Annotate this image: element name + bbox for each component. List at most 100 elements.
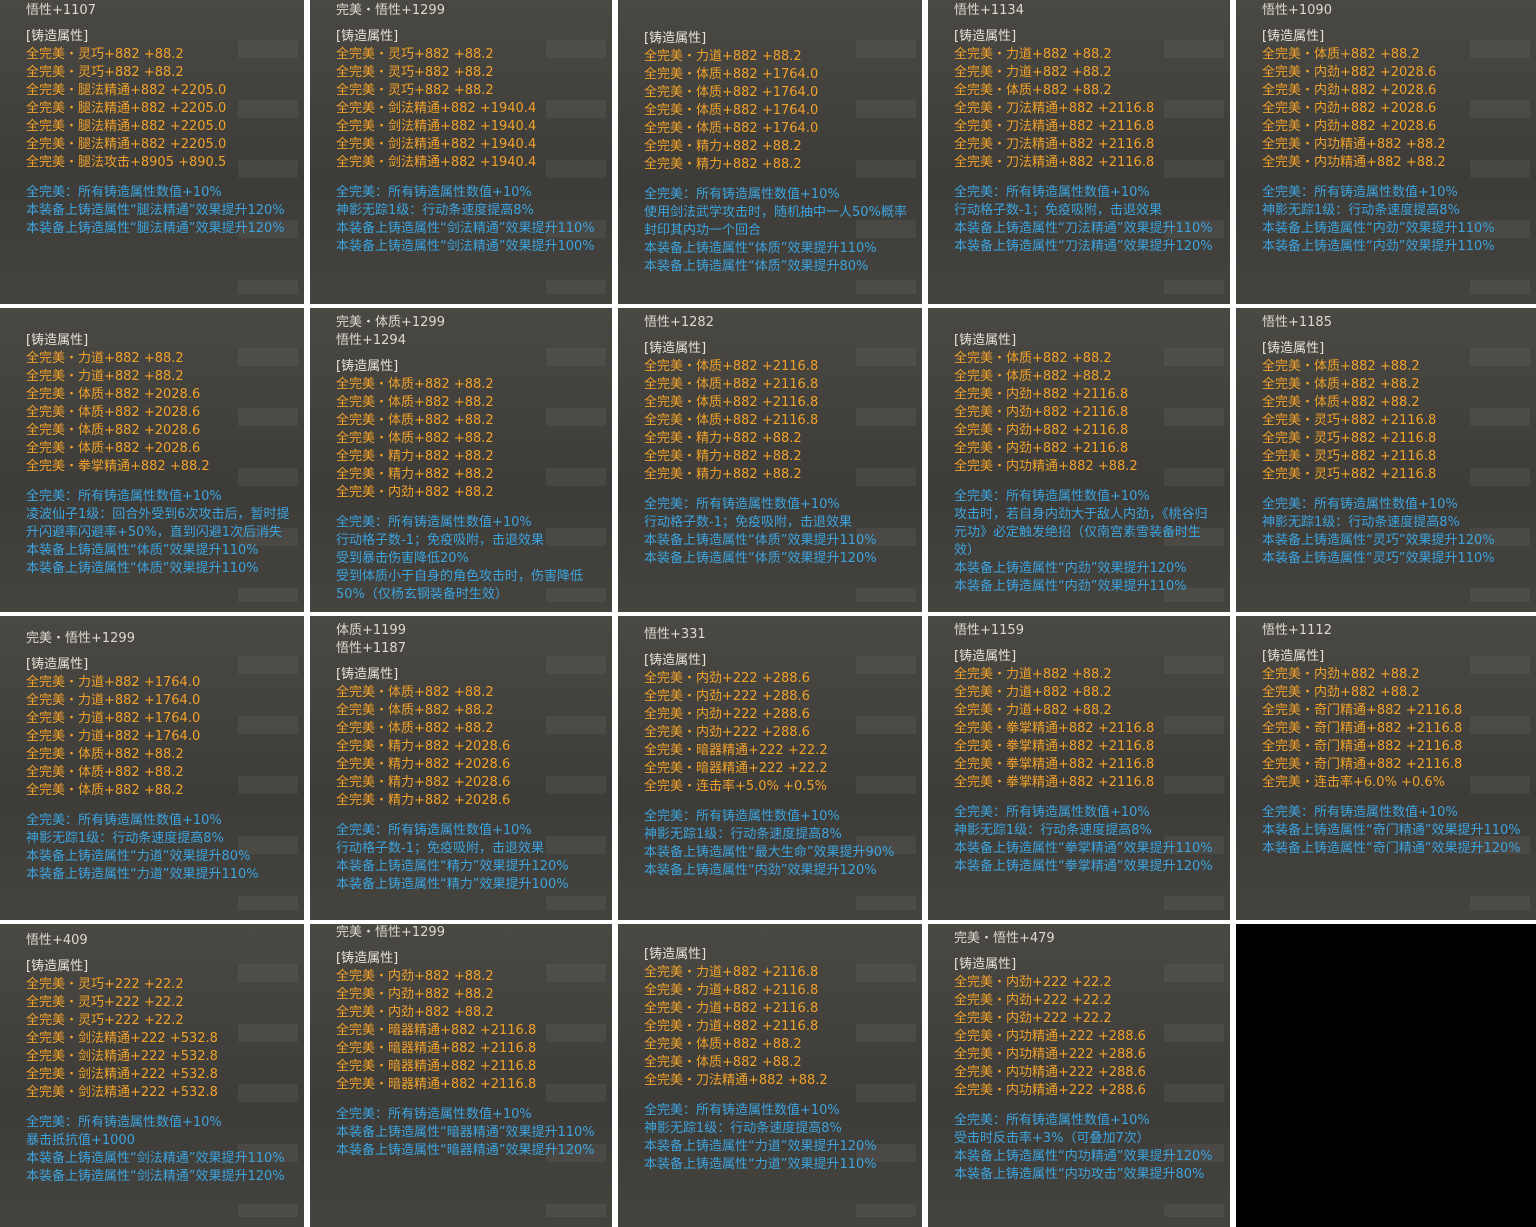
effect-line: 本装备上铸造属性“精力”效果提升120%	[336, 859, 569, 874]
section-title: [铸造属性]	[26, 657, 89, 672]
forge-attribute-line: 全完美・体质+882 +88.2	[954, 351, 1112, 366]
forge-attribute-line: 全完美・力道+882 +88.2	[26, 351, 184, 366]
forge-attribute-line: 全完美・体质+882 +1764.0	[644, 121, 819, 136]
effect-line: 本装备上铸造属性“腿法精通”效果提升120%	[26, 221, 285, 236]
effect-line: 受到暴击伤害降低20%	[336, 551, 469, 566]
stat-line: 悟性+1294	[336, 333, 406, 348]
section-title: [铸造属性]	[644, 947, 707, 962]
forge-attribute-line: 全完美・体质+882 +2028.6	[26, 441, 201, 456]
forge-attribute-line: 全完美・精力+882 +2028.6	[336, 739, 511, 754]
forge-attribute-line: 全完美・体质+882 +1764.0	[644, 67, 819, 82]
forge-attribute-line: 全完美・腿法精通+882 +2205.0	[26, 137, 227, 152]
effect-line: 使用剑法武学攻击时，随机抽中一人50%概率封印其内功一个回合	[644, 205, 907, 238]
effect-line: 行动格子数-1；免疫吸附，击退效果	[954, 203, 1162, 218]
forge-attribute-line: 全完美・精力+882 +2028.6	[336, 793, 511, 808]
effect-line: 神影无踪1级：行动条速度提高8%	[1262, 515, 1460, 530]
equipment-tooltip-card: 悟性+1185 [铸造属性] 全完美・体质+882 +88.2 全完美・体质+882 …	[1236, 308, 1536, 612]
effect-line: 本装备上铸造属性“力道”效果提升80%	[26, 849, 251, 864]
equipment-tooltip-card: 完美・悟性+1299 [铸造属性] 全完美・内劲+882 +88.2 全完美・内劲+8…	[310, 924, 612, 1227]
effect-line: 本装备上铸造属性“刀法精通”效果提升120%	[954, 239, 1213, 254]
effect-line: 本装备上铸造属性“灵巧”效果提升120%	[1262, 533, 1495, 548]
forge-attribute-line: 全完美・灵巧+882 +2116.8	[1262, 467, 1437, 482]
effect-line: 全完美：所有铸造属性数值+10%	[954, 805, 1150, 820]
forge-attribute-line: 全完美・剑法精通+882 +1940.4	[336, 137, 537, 152]
effect-line: 神影无踪1级：行动条速度提高8%	[644, 1121, 842, 1136]
forge-attribute-line: 全完美・暗器精通+222 +22.2	[644, 743, 828, 758]
stat-line: 体质+1199	[336, 623, 406, 638]
forge-attribute-line: 全完美・体质+882 +88.2	[336, 721, 494, 736]
forge-attribute-line: 全完美・内劲+882 +88.2	[1262, 667, 1420, 682]
equipment-tooltip-card: 完美・体质+1299 悟性+1294 [铸造属性] 全完美・体质+882 +88.2 全…	[310, 308, 612, 612]
section-title: [铸造属性]	[26, 333, 89, 348]
empty-black-tile	[1236, 924, 1536, 1227]
effect-line: 本装备上铸造属性“剑法精通”效果提升110%	[26, 1151, 285, 1166]
tooltip-body: [铸造属性] 全完美・力道+882 +2116.8 全完美・力道+882 +2116…	[618, 924, 922, 1174]
forge-attribute-line: 全完美・灵巧+222 +22.2	[26, 1013, 184, 1028]
stat-line: 悟性+1107	[26, 3, 96, 18]
effect-line: 全完美：所有铸造属性数值+10%	[336, 515, 532, 530]
stat-line: 完美・悟性+479	[954, 931, 1055, 946]
forge-attribute-line: 全完美・力道+882 +1764.0	[26, 693, 201, 708]
stat-line: 悟性+331	[644, 627, 706, 642]
forge-attribute-line: 全完美・暗器精通+882 +2116.8	[336, 1059, 537, 1074]
forge-attribute-line: 全完美・体质+882 +88.2	[954, 83, 1112, 98]
forge-attribute-line: 全完美・内劲+222 +22.2	[954, 993, 1112, 1008]
forge-attribute-line: 全完美・体质+882 +88.2	[1262, 395, 1420, 410]
stat-line: 完美・悟性+1299	[336, 925, 445, 940]
equipment-tooltip-card: 悟性+409 [铸造属性] 全完美・灵巧+222 +22.2 全完美・灵巧+222 +…	[0, 924, 304, 1227]
forge-attribute-line: 全完美・刀法精通+882 +2116.8	[954, 137, 1155, 152]
effect-line: 本装备上铸造属性“暗器精通”效果提升110%	[336, 1125, 595, 1140]
tooltip-body: 完美・悟性+1299 [铸造属性] 全完美・力道+882 +1764.0 全完美・力道…	[0, 616, 304, 884]
effect-line: 全完美：所有铸造属性数值+10%	[336, 185, 532, 200]
effect-line: 全完美：所有铸造属性数值+10%	[954, 185, 1150, 200]
forge-attribute-line: 全完美・体质+882 +88.2	[336, 703, 494, 718]
section-title: [铸造属性]	[954, 957, 1017, 972]
equipment-tooltip-card: [铸造属性] 全完美・力道+882 +88.2 全完美・体质+882 +1764.0…	[618, 0, 922, 304]
effect-line: 本装备上铸造属性“体质”效果提升110%	[644, 533, 877, 548]
effect-line: 本装备上铸造属性“内功精通”效果提升120%	[954, 1149, 1213, 1164]
forge-attribute-line: 全完美・内功精通+882 +88.2	[1262, 137, 1446, 152]
effect-line: 本装备上铸造属性“体质”效果提升110%	[26, 543, 259, 558]
forge-attribute-line: 全完美・刀法精通+882 +2116.8	[954, 101, 1155, 116]
forge-attribute-line: 全完美・内劲+882 +88.2	[1262, 685, 1420, 700]
effect-line: 本装备上铸造属性“拳掌精通”效果提升120%	[954, 859, 1213, 874]
stat-line: 悟性+1159	[954, 623, 1024, 638]
forge-attribute-line: 全完美・精力+882 +88.2	[644, 139, 802, 154]
effect-line: 全完美：所有铸造属性数值+10%	[336, 823, 532, 838]
tooltip-body: 完美・悟性+1299 [铸造属性] 全完美・灵巧+882 +88.2 全完美・灵巧+8…	[310, 0, 612, 256]
effect-line: 行动格子数-1；免疫吸附，击退效果	[336, 533, 544, 548]
forge-attribute-line: 全完美・剑法精通+882 +1940.4	[336, 155, 537, 170]
forge-attribute-line: 全完美・刀法精通+882 +2116.8	[954, 155, 1155, 170]
forge-attribute-line: 全完美・内功精通+222 +288.6	[954, 1029, 1146, 1044]
forge-attribute-line: 全完美・内劲+882 +88.2	[336, 987, 494, 1002]
tooltip-body: 完美・悟性+479 [铸造属性] 全完美・内劲+222 +22.2 全完美・内劲+22…	[928, 924, 1230, 1184]
forge-attribute-line: 全完美・灵巧+222 +22.2	[26, 995, 184, 1010]
effect-line: 本装备上铸造属性“灵巧”效果提升110%	[1262, 551, 1495, 566]
tooltip-body: 完美・悟性+1299 [铸造属性] 全完美・内劲+882 +88.2 全完美・内劲+8…	[310, 924, 612, 1160]
effect-line: 本装备上铸造属性“内功攻击”效果提升80%	[954, 1167, 1205, 1182]
forge-attribute-line: 全完美・体质+882 +88.2	[1262, 47, 1420, 62]
forge-attribute-line: 全完美・体质+882 +2116.8	[644, 359, 819, 374]
effect-line: 本装备上铸造属性“剑法精通”效果提升120%	[26, 1169, 285, 1184]
forge-attribute-line: 全完美・体质+882 +88.2	[336, 395, 494, 410]
equipment-tooltip-card: [铸造属性] 全完美・力道+882 +2116.8 全完美・力道+882 +2116…	[618, 924, 922, 1227]
equipment-tooltip-card: 完美・悟性+1299 [铸造属性] 全完美・力道+882 +1764.0 全完美・力道…	[0, 616, 304, 920]
effect-line: 凌波仙子1级：回合外受到6次攻击后，暂时提升闪避率闪避率+50%，直到闪避1次后…	[26, 507, 290, 540]
forge-attribute-line: 全完美・精力+882 +88.2	[644, 449, 802, 464]
tooltip-body: 悟性+1090 [铸造属性] 全完美・体质+882 +88.2 全完美・内劲+882 …	[1236, 0, 1536, 256]
section-title: [铸造属性]	[954, 29, 1017, 44]
effect-line: 本装备上铸造属性“最大生命”效果提升90%	[644, 845, 895, 860]
forge-attribute-line: 全完美・力道+882 +2116.8	[644, 983, 819, 998]
tooltip-body: 悟性+1185 [铸造属性] 全完美・体质+882 +88.2 全完美・体质+882 …	[1236, 308, 1536, 568]
forge-attribute-line: 全完美・暗器精通+882 +2116.8	[336, 1023, 537, 1038]
forge-attribute-line: 全完美・内劲+222 +288.6	[644, 707, 810, 722]
